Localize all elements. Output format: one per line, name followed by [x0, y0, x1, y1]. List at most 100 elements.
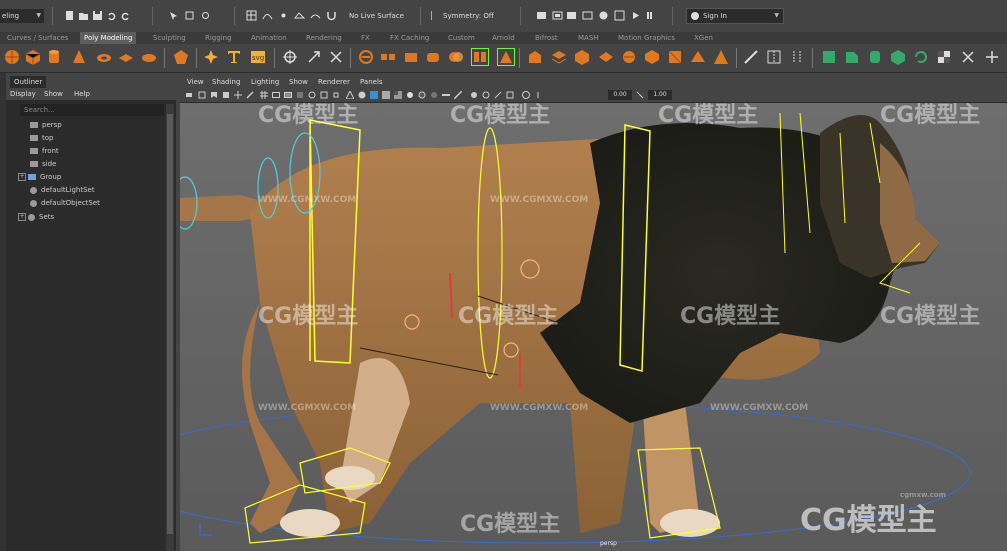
isolate-select-icon[interactable] — [470, 91, 478, 99]
tab-arnold[interactable]: Arnold — [492, 32, 515, 44]
outliner-item-persp[interactable]: persp — [30, 119, 62, 132]
tab-xgen[interactable]: XGen — [694, 32, 713, 44]
safe-action-icon[interactable] — [320, 91, 328, 99]
remesh-icon[interactable] — [497, 48, 515, 66]
spherical-map-icon[interactable] — [890, 49, 906, 65]
render-view-icon[interactable] — [536, 10, 547, 21]
textured-icon[interactable] — [394, 91, 402, 99]
wireframe-icon[interactable] — [346, 91, 354, 99]
redo-icon[interactable] — [120, 10, 131, 21]
outliner-item-side[interactable]: side — [30, 158, 56, 171]
select-component-icon[interactable] — [200, 10, 211, 21]
camera-attributes-icon[interactable] — [198, 91, 206, 99]
extract-icon[interactable] — [403, 49, 419, 65]
tab-rigging[interactable]: Rigging — [205, 32, 232, 44]
tab-animation[interactable]: Animation — [251, 32, 287, 44]
bridge-icon[interactable] — [551, 49, 567, 65]
viewport-menu-show[interactable]: Show — [289, 76, 308, 88]
poly-plane-icon[interactable] — [118, 49, 134, 65]
motion-blur-icon[interactable] — [442, 91, 450, 99]
insert-edge-loop-icon[interactable] — [766, 49, 782, 65]
auto-map-icon[interactable] — [913, 49, 929, 65]
tab-fx-caching[interactable]: FX Caching — [390, 32, 429, 44]
open-scene-icon[interactable] — [78, 10, 89, 21]
fill-hole-icon[interactable] — [598, 49, 614, 65]
viewport-menu-shading[interactable]: Shading — [212, 76, 240, 88]
live-surface-field[interactable]: No Live Surface — [349, 9, 404, 23]
save-scene-icon[interactable] — [92, 10, 103, 21]
outliner-scrollbar[interactable] — [166, 104, 174, 551]
pause-icon[interactable] — [644, 10, 655, 21]
outliner-item-front[interactable]: front — [30, 145, 59, 158]
super-shape-icon[interactable] — [203, 49, 219, 65]
field-chart-icon[interactable] — [308, 91, 316, 99]
poly-cube-icon[interactable] — [25, 49, 41, 65]
platonic-solid-icon[interactable] — [173, 49, 189, 65]
outliner-item-default-light-set[interactable]: defaultLightSet — [30, 184, 95, 197]
hypershade-icon[interactable] — [598, 10, 609, 21]
tab-curves-surfaces[interactable]: Curves / Surfaces — [7, 32, 68, 44]
viewport-menu-lighting[interactable]: Lighting — [251, 76, 279, 88]
outliner-menu-show[interactable]: Show — [44, 88, 63, 100]
magnet-icon[interactable] — [326, 10, 337, 21]
outliner-item-sets[interactable]: + Sets — [18, 211, 54, 224]
snap-point-icon[interactable] — [278, 10, 289, 21]
grease-pencil-icon[interactable] — [246, 91, 254, 99]
xray-icon[interactable] — [482, 91, 490, 99]
smooth-icon[interactable] — [425, 49, 441, 65]
outliner-search-input[interactable]: Search... — [20, 104, 164, 116]
new-scene-icon[interactable] — [64, 10, 75, 21]
snap-curve-icon[interactable] — [262, 10, 273, 21]
bevel-icon[interactable] — [574, 49, 590, 65]
sew-uv-icon[interactable] — [984, 49, 1000, 65]
separate-icon[interactable] — [380, 49, 396, 65]
bookmark-icon[interactable] — [210, 91, 218, 99]
xray-components-icon[interactable] — [506, 91, 514, 99]
ipr-render-icon[interactable] — [566, 10, 577, 21]
poly-disc-icon[interactable] — [141, 49, 157, 65]
tab-poly-modeling[interactable]: Poly Modeling — [80, 32, 137, 44]
anti-aliasing-icon[interactable] — [454, 91, 462, 99]
scrollbar-thumb[interactable] — [167, 114, 173, 534]
snap-plane-icon[interactable] — [294, 10, 305, 21]
render-frame-icon[interactable] — [552, 10, 563, 21]
viewport-menu-view[interactable]: View — [187, 76, 204, 88]
tab-sculpting[interactable]: Sculpting — [153, 32, 186, 44]
smooth-shade-icon[interactable] — [358, 91, 366, 99]
gate-mask-icon[interactable] — [296, 91, 304, 99]
two-d-pan-icon[interactable] — [234, 91, 242, 99]
safe-title-icon[interactable] — [332, 91, 340, 99]
tab-motion-graphics[interactable]: Motion Graphics — [618, 32, 675, 44]
select-object-icon[interactable] — [184, 10, 195, 21]
cut-uv-icon[interactable] — [960, 49, 976, 65]
film-gate-icon[interactable] — [272, 91, 280, 99]
outliner-item-group[interactable]: + Group — [18, 171, 61, 184]
tab-rendering[interactable]: Rendering — [306, 32, 342, 44]
use-all-lights-icon[interactable] — [406, 91, 414, 99]
cylindrical-map-icon[interactable] — [867, 49, 883, 65]
outliner-item-top[interactable]: top — [30, 132, 53, 145]
viewport-menu-panels[interactable]: Panels — [360, 76, 383, 88]
svg-tool-icon[interactable]: svg — [250, 49, 266, 65]
expand-icon[interactable]: + — [18, 213, 26, 221]
shadows-icon[interactable] — [418, 91, 426, 99]
arnold-render-icon[interactable] — [614, 10, 625, 21]
perspective-viewport[interactable]: persp CG模型主 CG模型主 CG模型主 CG模型主 WWW.CGMXW.… — [180, 103, 1007, 551]
screen-space-ao-icon[interactable] — [430, 91, 438, 99]
mirror-icon[interactable] — [471, 48, 489, 66]
viewport-menu-renderer[interactable]: Renderer — [318, 76, 350, 88]
pivot-tool-icon[interactable] — [306, 49, 322, 65]
snap-grid-icon[interactable] — [246, 10, 257, 21]
poke-icon[interactable] — [713, 49, 729, 65]
type-tool-icon[interactable] — [226, 49, 242, 65]
snap-surface-icon[interactable] — [310, 10, 321, 21]
poly-sphere-icon[interactable] — [4, 49, 20, 65]
multi-cut-icon[interactable] — [743, 49, 759, 65]
select-hierarchy-icon[interactable] — [168, 10, 179, 21]
tab-custom[interactable]: Custom — [448, 32, 475, 44]
tab-mash[interactable]: MASH — [578, 32, 599, 44]
outliner-item-default-object-set[interactable]: defaultObjectSet — [30, 197, 100, 210]
expand-icon[interactable]: + — [18, 173, 26, 181]
merge-icon[interactable] — [667, 49, 683, 65]
extrude-icon[interactable] — [527, 49, 543, 65]
